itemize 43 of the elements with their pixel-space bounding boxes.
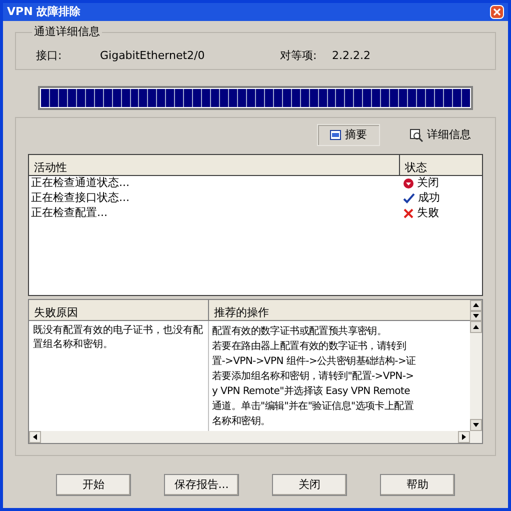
column-header: 失败原因 xyxy=(29,300,209,321)
down-arrow-icon xyxy=(473,314,479,318)
action-line: y VPN Remote"并选择该 Easy VPN Remote xyxy=(212,384,411,399)
activity-cell-text: 正在检查配置... xyxy=(30,205,108,222)
down-arrow-icon xyxy=(473,423,479,427)
vertical-scrollbar[interactable] xyxy=(470,321,482,431)
interface-value: GigabitEthernet2/0 xyxy=(100,48,206,64)
peer-value: 2.2.2.2 xyxy=(332,48,370,64)
view-tab[interactable]: 详细信息 xyxy=(398,124,483,146)
list-icon xyxy=(330,130,341,140)
left-arrow-icon xyxy=(33,434,37,440)
activity-cell-text: 正在检查通道状态... xyxy=(30,175,130,192)
column-header: 活动性 xyxy=(29,155,400,175)
action-line: 配置有效的数字证书或配置预共享密钥。 xyxy=(212,324,388,339)
cross-icon xyxy=(403,208,414,219)
action-line: 置->VPN->VPN 组件->公共密钥基础结构->证 xyxy=(212,354,417,369)
status-cell-text: 成功 xyxy=(418,190,440,206)
magnifier-icon xyxy=(410,128,423,142)
action-line: 若要添加组名称和密钥，请转到"配置->VPN-> xyxy=(212,370,415,384)
dialog-button[interactable]: 开始 xyxy=(56,474,131,496)
dialog-button[interactable]: 关闭 xyxy=(272,474,347,496)
up-arrow-icon xyxy=(473,325,479,329)
close-button[interactable] xyxy=(490,5,504,19)
action-line: 若要在路由器上配置有效的数字证书，请转到 xyxy=(212,340,408,354)
right-arrow-icon xyxy=(462,434,466,440)
peer-label: 对等项: xyxy=(280,48,318,64)
up-arrow-icon xyxy=(473,303,479,308)
view-tab[interactable]: 摘要 xyxy=(317,124,380,146)
activity-cell-text: 正在检查接口状态... xyxy=(30,190,130,206)
dialog-button[interactable]: 帮助 xyxy=(380,474,455,496)
action-line: 通道。单击"编辑"并在"验证信息"选项卡上配置 xyxy=(212,400,414,414)
status-cell-text: 关闭 xyxy=(417,175,439,192)
vertical-scrollbar[interactable] xyxy=(470,300,482,321)
action-line: 名称和密钥。 xyxy=(212,414,272,429)
status-cell-text: 失败 xyxy=(417,205,439,222)
check-icon xyxy=(403,193,415,204)
column-header: 状态 xyxy=(404,160,428,175)
dialog-button[interactable]: 保存报告... xyxy=(164,474,239,496)
horizontal-scrollbar[interactable] xyxy=(29,431,470,443)
interface-label: 接口: xyxy=(36,48,63,64)
close-icon xyxy=(493,8,501,16)
window-title: VPN 故障排除 xyxy=(7,4,81,20)
column-header: 推荐的操作 xyxy=(209,300,470,321)
